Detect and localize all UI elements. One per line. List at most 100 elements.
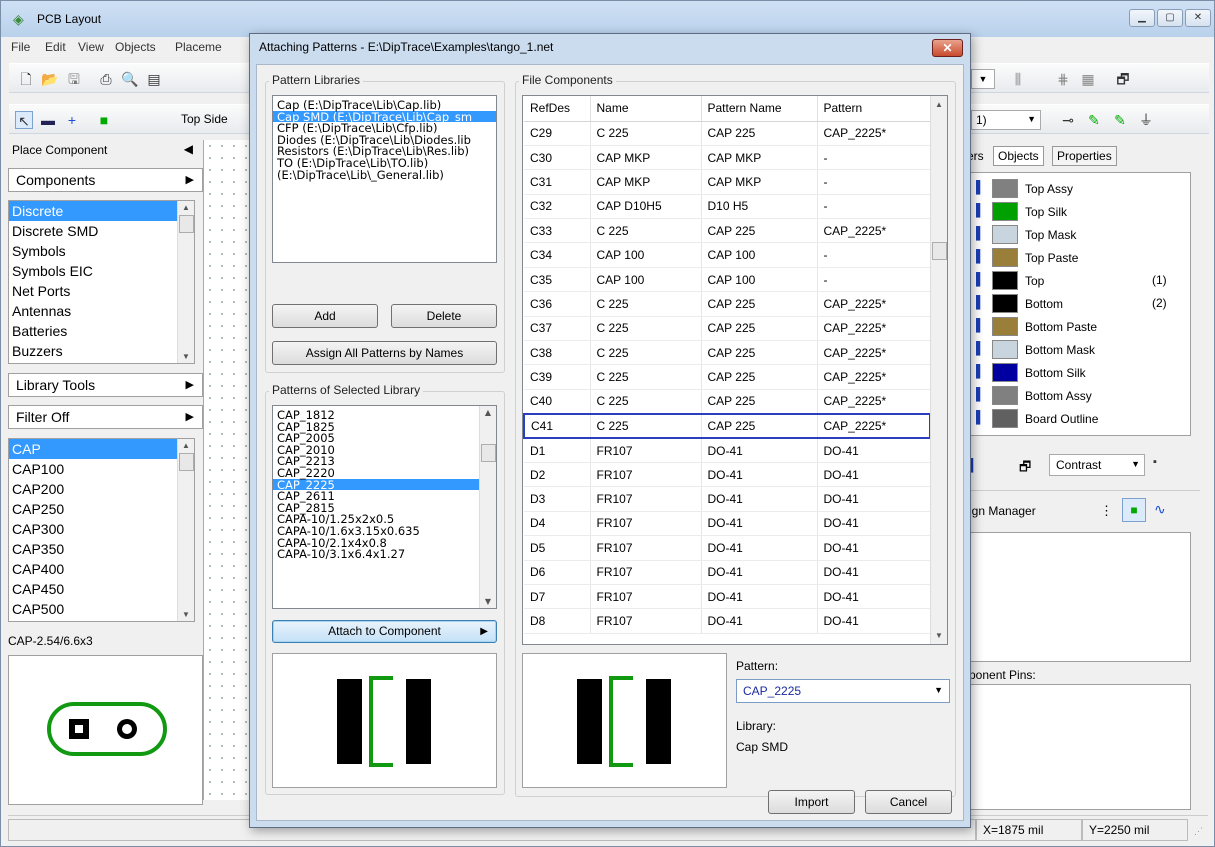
- add-point-icon[interactable]: +: [63, 111, 81, 129]
- collapse-left-icon[interactable]: ◀: [184, 142, 193, 156]
- table-row[interactable]: C32 CAP D10H5 D10 H5-: [524, 194, 931, 220]
- visible-check-icon[interactable]: ▌: [976, 203, 985, 217]
- table-row[interactable]: D3 FR107 DO-41 DO-41: [524, 486, 931, 512]
- list-item[interactable]: Discrete SMD: [9, 221, 194, 241]
- layer-row[interactable]: ▌ Board Outline: [962, 407, 1190, 430]
- components-scrollbar[interactable]: ▲ ▼: [930, 96, 947, 644]
- column-header-pattern[interactable]: Pattern: [817, 96, 931, 122]
- list-item[interactable]: CAP350: [9, 539, 194, 559]
- minimize-button[interactable]: ▁: [1129, 9, 1155, 27]
- color-icon[interactable]: ▪: [1153, 456, 1157, 468]
- visible-check-icon[interactable]: ▌: [976, 249, 985, 263]
- layer-row[interactable]: ▌ Top Mask: [962, 223, 1190, 246]
- layer-color-swatch[interactable]: [992, 409, 1018, 428]
- menu-placement[interactable]: Placeme: [175, 40, 222, 54]
- visible-check-icon[interactable]: ▌: [976, 341, 985, 355]
- visible-check-icon[interactable]: ▌: [976, 180, 985, 194]
- layer-row[interactable]: ▌ Bottom Silk: [962, 361, 1190, 384]
- layers-list[interactable]: ▌ Top Assy ▌ Top Silk ▌ Top Mask ▌ Top Paste ▌ To…: [961, 172, 1191, 436]
- table-row[interactable]: D6 FR107 DO-41 DO-41: [524, 560, 931, 585]
- column-header-refdes[interactable]: RefDes: [524, 96, 591, 122]
- table-row[interactable]: C36 C 225 CAP 225 CAP_2225*: [524, 291, 931, 317]
- list-item[interactable]: TO (E:\DipTrace\Lib\TO.lib): [273, 157, 496, 169]
- assign-all-patterns-button[interactable]: Assign All Patterns by Names: [272, 341, 497, 365]
- list-item[interactable]: CAP300: [9, 519, 194, 539]
- layer-row[interactable]: ▌ Top Paste: [962, 246, 1190, 269]
- table-row[interactable]: D1 FR107 DO-41 DO-41: [524, 438, 931, 463]
- layer-color-swatch[interactable]: [992, 179, 1018, 198]
- list-item[interactable]: Antennas: [9, 301, 194, 321]
- table-row[interactable]: C39 C 225 CAP 225 CAP_2225*: [524, 364, 931, 390]
- layer-row[interactable]: ▌ Bottom Mask: [962, 338, 1190, 361]
- select-pointer-icon[interactable]: ↖: [15, 111, 33, 129]
- visible-check-icon[interactable]: ▌: [976, 410, 985, 424]
- components-header[interactable]: Components ▶: [8, 168, 203, 192]
- layer-color-swatch[interactable]: [992, 248, 1018, 267]
- visible-check-icon[interactable]: ▌: [976, 295, 985, 309]
- print-preview-icon[interactable]: 🔍: [121, 70, 139, 88]
- filter-header[interactable]: Filter Off ▶: [8, 405, 203, 429]
- library-tools-header[interactable]: Library Tools ▶: [8, 373, 203, 397]
- pen-icon[interactable]: ✎: [1085, 111, 1103, 129]
- maximize-button[interactable]: ▢: [1157, 9, 1183, 27]
- manager-list[interactable]: [961, 532, 1191, 662]
- layer-color-swatch[interactable]: [992, 271, 1018, 290]
- table-row[interactable]: C30 CAP MKP CAP MKP -: [524, 145, 931, 171]
- layer-row[interactable]: ▌ Bottom (2): [962, 292, 1190, 315]
- open-folder-icon[interactable]: 📂: [41, 70, 59, 88]
- category-scrollbar[interactable]: ▲ ▼: [177, 201, 194, 363]
- table-row[interactable]: C34 CAP 100 CAP 100-: [524, 242, 931, 268]
- visible-check-icon[interactable]: ▌: [976, 387, 985, 401]
- toolbar-dropdown[interactable]: ▼: [971, 69, 995, 89]
- contrast-select[interactable]: Contrast ▼: [1049, 454, 1145, 476]
- visible-check-icon[interactable]: ▌: [976, 272, 985, 286]
- list-item[interactable]: CAP: [9, 439, 194, 459]
- menu-view[interactable]: View: [78, 40, 104, 54]
- visible-check-icon[interactable]: ▌: [976, 364, 985, 378]
- layer-row[interactable]: ▌ Bottom Paste: [962, 315, 1190, 338]
- list-item[interactable]: Net Ports: [9, 281, 194, 301]
- list-item[interactable]: CAP_1812: [273, 409, 496, 421]
- ground-icon[interactable]: ⏚: [1137, 111, 1155, 129]
- list-item[interactable]: CAP400: [9, 559, 194, 579]
- components-mode-icon[interactable]: ■: [1122, 498, 1146, 522]
- list-item[interactable]: Symbols EIC: [9, 261, 194, 281]
- properties-icon[interactable]: 🗗: [1114, 70, 1132, 88]
- list-item[interactable]: CAP450: [9, 579, 194, 599]
- table-row[interactable]: C38 C 225 CAP 225 CAP_2225*: [524, 340, 931, 366]
- print-icon[interactable]: ⎙: [97, 70, 115, 88]
- table-row[interactable]: C35 CAP 100 CAP 100-: [524, 267, 931, 293]
- table-row[interactable]: C29 C 225 CAP 225 CAP_2225*: [524, 121, 931, 146]
- document-icon[interactable]: ▤: [145, 70, 163, 88]
- table-row[interactable]: C31 CAP MKP CAP MKP -: [524, 169, 931, 195]
- column-header-name[interactable]: Name: [590, 96, 702, 122]
- route-icon[interactable]: ⊸: [1059, 111, 1077, 129]
- list-item[interactable]: Batteries: [9, 321, 194, 341]
- table-row[interactable]: D2 FR107 DO-41 DO-41: [524, 462, 931, 488]
- parts-scrollbar[interactable]: ▲ ▼: [177, 439, 194, 621]
- patterns-scrollbar[interactable]: ▲ ▼: [479, 406, 496, 608]
- list-item[interactable]: CAP500: [9, 599, 194, 619]
- table-row[interactable]: C41 C 225 CAP 225 CAP_2225*: [523, 412, 931, 440]
- nets-mode-icon[interactable]: ∿: [1154, 501, 1166, 518]
- menu-objects[interactable]: Objects: [115, 40, 156, 54]
- layer-color-swatch[interactable]: [992, 386, 1018, 405]
- layer-properties-icon[interactable]: 🗗: [1019, 458, 1031, 480]
- list-item[interactable]: CAPA-10/3.1x6.4x1.27: [273, 548, 496, 560]
- scan-icon[interactable]: ▬: [39, 111, 57, 129]
- category-list[interactable]: Discrete Discrete SMD Symbols Symbols EI…: [8, 200, 195, 364]
- table-row[interactable]: D7 FR107 DO-41 DO-41: [524, 584, 931, 610]
- list-item[interactable]: Symbols: [9, 241, 194, 261]
- close-window-button[interactable]: ✕: [1185, 9, 1211, 27]
- chip-tool-icon[interactable]: ▦: [1079, 70, 1097, 88]
- list-item[interactable]: CAP100: [9, 459, 194, 479]
- list-item[interactable]: Buzzers: [9, 341, 194, 361]
- delete-library-button[interactable]: Delete: [391, 304, 497, 328]
- table-row[interactable]: D4 FR107 DO-41 DO-41: [524, 511, 931, 537]
- design-canvas[interactable]: [203, 140, 252, 800]
- tab-properties[interactable]: Properties: [1052, 146, 1117, 166]
- dialog-close-button[interactable]: ✕: [932, 39, 963, 57]
- list-item[interactable]: CAP_2220: [273, 467, 496, 479]
- layer-row[interactable]: ▌ Bottom Assy: [962, 384, 1190, 407]
- list-item[interactable]: Discrete: [9, 201, 194, 221]
